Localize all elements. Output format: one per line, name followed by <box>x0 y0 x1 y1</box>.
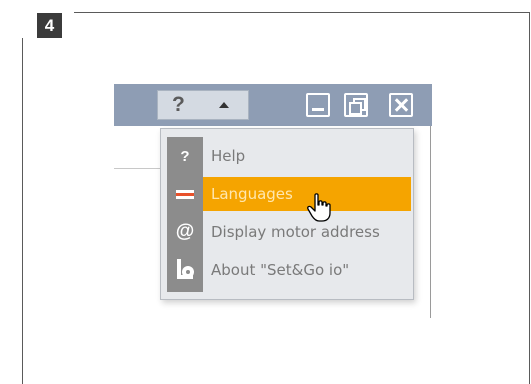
app-content-divider <box>114 168 164 169</box>
help-dropdown-menu: ? Help Languages @ Display motor address… <box>160 128 414 300</box>
languages-icon <box>167 175 203 213</box>
menu-item-help[interactable]: ? Help <box>167 137 411 175</box>
app-window-edge <box>430 126 431 318</box>
close-button[interactable] <box>389 93 413 117</box>
menu-item-label: Help <box>211 147 246 165</box>
menu-item-display-motor-address[interactable]: @ Display motor address <box>167 213 411 251</box>
chevron-up-icon <box>218 102 229 108</box>
menu-item-about[interactable]: About "Set&Go io" <box>167 251 411 289</box>
frame-right-border <box>529 12 530 384</box>
step-number-badge: 4 <box>37 13 62 38</box>
help-button-label: ? <box>172 93 185 116</box>
question-icon: ? <box>180 147 190 165</box>
menu-item-languages[interactable]: Languages <box>167 175 411 213</box>
minimize-button[interactable] <box>306 93 330 117</box>
at-icon: @ <box>175 221 195 242</box>
help-menu-button[interactable]: ? <box>157 90 249 120</box>
about-icon <box>167 251 203 289</box>
hand-cursor-icon <box>307 193 331 222</box>
frame-top-border <box>74 12 530 13</box>
menu-item-label: Languages <box>211 185 293 203</box>
menu-item-label: Display motor address <box>211 223 380 241</box>
restore-button[interactable] <box>344 93 368 117</box>
menu-item-label: About "Set&Go io" <box>211 261 350 279</box>
frame-left-border <box>22 38 23 384</box>
